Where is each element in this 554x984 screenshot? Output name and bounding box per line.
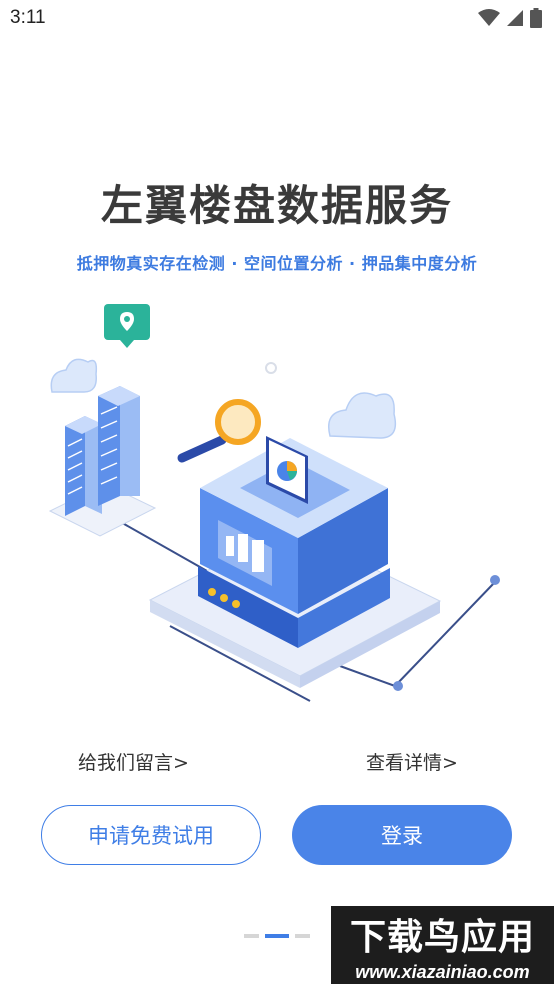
page-indicator-dot-active [265,934,289,938]
free-trial-button[interactable]: 申请免费试用 [41,805,261,865]
office-buildings [48,386,157,537]
wifi-icon [478,9,500,26]
page-indicator-dot [244,934,259,938]
line-node [393,681,403,691]
cloud-icon [328,392,397,439]
data-service-illustration [48,304,500,702]
magnifier-icon [177,399,261,463]
battery-icon [530,8,542,28]
page-indicator-dot [295,934,310,938]
status-time: 3:11 [10,7,46,28]
page-title: 左翼楼盘数据服务 [100,181,453,230]
cloud-icon [50,358,98,393]
line-node [490,575,500,585]
view-details-link[interactable]: 查看详情> [366,748,458,775]
watermark-name: 下载鸟应用 [349,916,535,958]
leave-message-link[interactable]: 给我们留言> [78,748,189,775]
location-pin-icon [104,304,150,348]
status-bar: 3:11 [0,0,554,38]
login-button[interactable]: 登录 [292,805,512,865]
page-indicator [244,934,310,938]
page-subtitle: 抵押物真实存在检测 · 空间位置分析 · 押品集中度分析 [76,254,478,273]
signal-icon [507,10,523,26]
watermark-logo: 下载鸟应用 www.xiazainiao.com [331,906,554,984]
watermark-url: www.xiazainiao.com [355,961,530,982]
small-ring-icon [265,362,277,374]
status-icons [478,8,542,28]
